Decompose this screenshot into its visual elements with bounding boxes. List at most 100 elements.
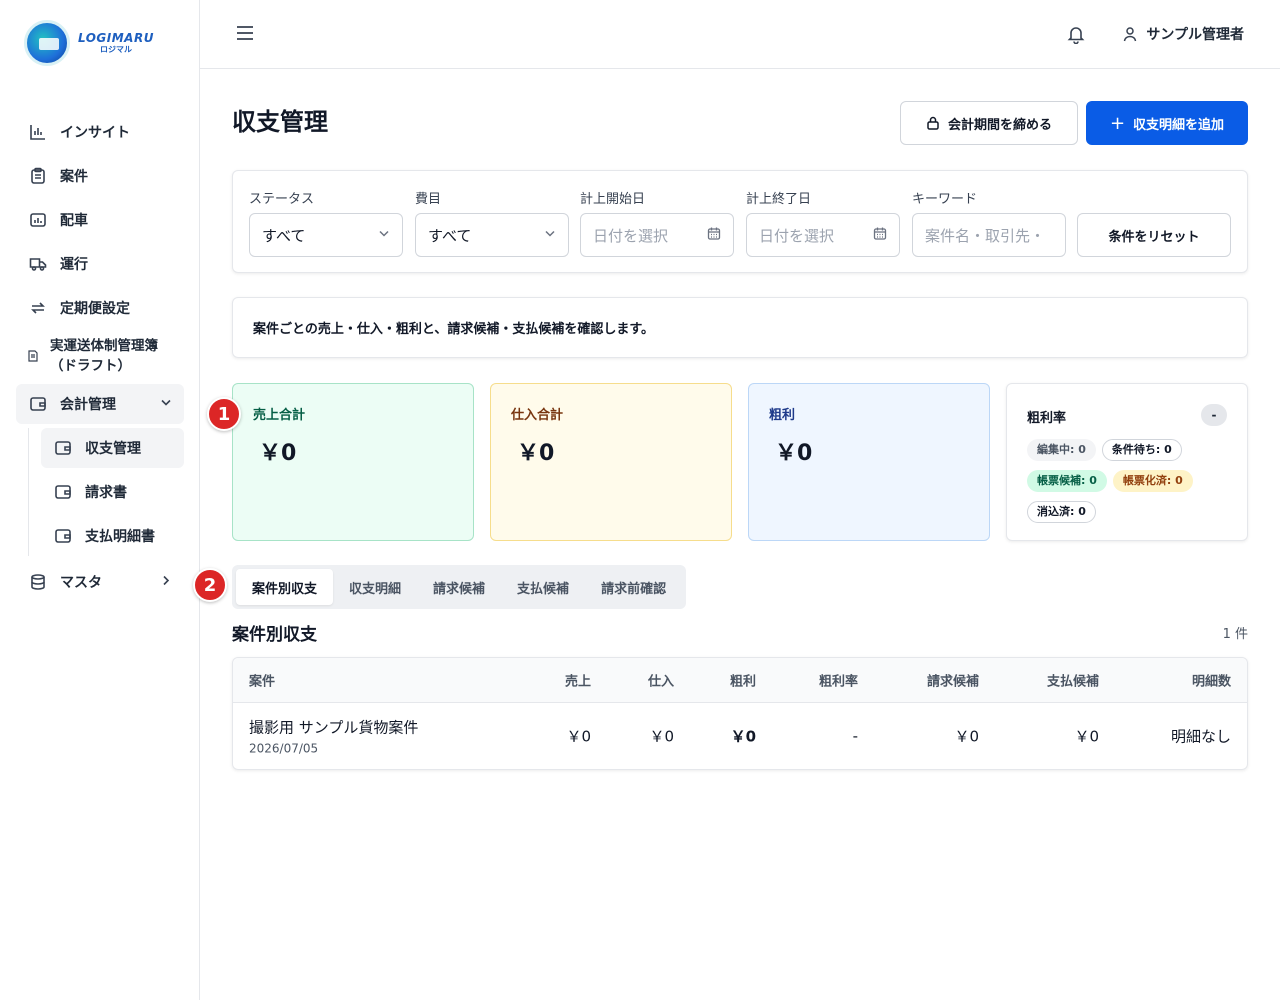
- sidebar-item-master[interactable]: マスタ: [16, 560, 184, 604]
- annotation-marker-1: 1: [207, 397, 241, 431]
- calendar-chart-icon: [28, 210, 48, 230]
- gross-margin-badge: -: [1201, 404, 1227, 426]
- gross-cell: ￥0: [730, 727, 756, 746]
- menu-toggle-button[interactable]: [236, 24, 254, 44]
- column-header: 支払候補: [1046, 674, 1099, 690]
- sidebar-item-invoices[interactable]: 請求書: [41, 472, 184, 512]
- status-chip-doc-issued: 帳票化済: 0: [1112, 470, 1193, 492]
- tab-pre-billing-check[interactable]: 請求前確認: [585, 569, 682, 605]
- tab-billing-candidates[interactable]: 請求候補: [417, 569, 501, 605]
- wallet-icon: [53, 438, 73, 458]
- sidebar-item-label: 収支管理: [85, 441, 141, 457]
- plus-icon: +: [1109, 112, 1126, 134]
- status-chip-doc-candidate: 帳票候補: 0: [1027, 470, 1107, 492]
- status-chips: 編集中: 0 条件待ち: 0 帳票候補: 0 帳票化済: 0 消込済: 0: [1027, 438, 1227, 531]
- wallet-icon: [28, 394, 48, 414]
- status-filter: ステータス すべて: [249, 191, 403, 257]
- cost-select-value: すべて: [428, 226, 472, 245]
- repeat-icon: [28, 298, 48, 318]
- tab-details[interactable]: 収支明細: [333, 569, 417, 605]
- gross-margin-label: 粗利率: [1027, 411, 1067, 426]
- case-summary-table: 案件 売上 仕入 粗利 粗利率 請求候補 支払候補 明細数 撮影用 サンプル貨物…: [232, 657, 1248, 770]
- chevron-down-icon: [378, 228, 390, 243]
- status-select[interactable]: すべて: [249, 213, 403, 257]
- user-menu[interactable]: サンプル管理者: [1122, 24, 1244, 44]
- table-header: 案件 売上 仕入 粗利 粗利率 請求候補 支払候補 明細数: [233, 658, 1247, 703]
- document-icon: [26, 346, 40, 366]
- sidebar-item-dispatch[interactable]: 配車: [16, 198, 184, 242]
- brand-name: LOGIMARU: [78, 31, 154, 45]
- case-name: 撮影用 サンプル貨物案件: [249, 718, 419, 737]
- truck-icon: [28, 254, 48, 274]
- calendar-icon[interactable]: [707, 227, 721, 244]
- status-chip-pending: 条件待ち: 0: [1101, 439, 1182, 461]
- filter-panel: ステータス すべて 費目 すべて 計上開始日 日付を選択 計上終了日 日付を選択…: [232, 170, 1248, 273]
- chevron-down-icon: [160, 397, 172, 412]
- sidebar-item-transport-register[interactable]: 実運送体制管理簿（ドラフト）: [16, 330, 184, 382]
- logo-emblem-icon: [24, 20, 70, 66]
- purchase-total-label: 仕入合計: [511, 408, 564, 423]
- sales-total-value: ￥0: [259, 441, 297, 466]
- detail-count-cell: 明細なし: [1170, 727, 1231, 746]
- keyword-placeholder: 案件名・取引先・: [925, 226, 1046, 245]
- calendar-icon[interactable]: [873, 227, 887, 244]
- column-header: 仕入: [647, 674, 674, 690]
- keyword-input[interactable]: 案件名・取引先・: [912, 213, 1066, 257]
- sidebar-item-payment-statements[interactable]: 支払明細書: [41, 516, 184, 556]
- end-date-input[interactable]: 日付を選択: [746, 213, 900, 257]
- sidebar-item-label: 請求書: [85, 485, 127, 501]
- add-detail-button[interactable]: + 収支明細を追加: [1086, 101, 1248, 145]
- wallet-icon: [53, 526, 73, 546]
- result-count: 1 件: [1222, 627, 1248, 642]
- sidebar-item-accounting[interactable]: 会計管理: [16, 384, 184, 424]
- sidebar-item-operation[interactable]: 運行: [16, 242, 184, 286]
- sidebar-item-insight[interactable]: インサイト: [16, 110, 184, 154]
- top-header: サンプル管理者: [200, 0, 1280, 69]
- notification-bell-icon[interactable]: [1066, 24, 1086, 45]
- start-date-input[interactable]: 日付を選択: [580, 213, 734, 257]
- sidebar-item-label: インサイト: [60, 125, 130, 141]
- billing-candidate-cell: ￥0: [954, 727, 979, 746]
- gross-profit-label: 粗利: [769, 408, 796, 423]
- cost-filter-label: 費目: [415, 192, 442, 207]
- sidebar-item-label: 定期便設定: [60, 301, 130, 317]
- gross-margin-card: 粗利率 - 編集中: 0 条件待ち: 0 帳票候補: 0 帳票化済: 0 消込済: …: [1006, 383, 1248, 541]
- column-header: 明細数: [1191, 674, 1231, 690]
- sales-total-label: 売上合計: [253, 408, 306, 423]
- user-name: サンプル管理者: [1146, 27, 1244, 43]
- wallet-icon: [53, 482, 73, 502]
- purchase-total-value: ￥0: [517, 441, 555, 466]
- payment-candidate-cell: ￥0: [1074, 727, 1099, 746]
- sales-cell: ￥0: [566, 727, 591, 746]
- case-cell: 撮影用 サンプル貨物案件 2026/07/05: [249, 717, 418, 756]
- sidebar-nav: インサイト 案件 配車 運行 定期便設定 実運送体制管理簿（ドラフト） 会計管理…: [16, 110, 184, 604]
- annotation-marker-2: 2: [193, 568, 227, 602]
- sidebar-item-cases[interactable]: 案件: [16, 154, 184, 198]
- column-header: 粗利率: [818, 674, 858, 690]
- sidebar-item-label: マスタ: [60, 575, 102, 591]
- close-period-button[interactable]: 会計期間を締める: [900, 101, 1078, 145]
- sales-total-card: 売上合計 ￥0: [232, 383, 474, 541]
- tab-payment-candidates[interactable]: 支払候補: [501, 569, 585, 605]
- sidebar-item-scheduled[interactable]: 定期便設定: [16, 286, 184, 330]
- start-date-filter: 計上開始日 日付を選択: [580, 191, 734, 257]
- gross-profit-value: ￥0: [775, 441, 813, 466]
- user-icon: [1122, 26, 1138, 42]
- reset-filters-button[interactable]: 条件をリセット: [1077, 213, 1231, 257]
- accounting-subnav: 収支管理 請求書 支払明細書: [28, 428, 184, 556]
- table-row[interactable]: 撮影用 サンプル貨物案件 2026/07/05 ￥0 ￥0 ￥0 - ￥0 ￥0…: [233, 703, 1247, 769]
- cost-select[interactable]: すべて: [415, 213, 569, 257]
- tab-case-summary[interactable]: 案件別収支: [236, 569, 334, 605]
- case-date: 2026/07/05: [249, 741, 319, 756]
- brand-logo[interactable]: LOGIMARU ロジマル: [24, 20, 154, 66]
- column-header: 案件: [249, 674, 276, 690]
- status-select-value: すべて: [262, 226, 306, 245]
- sidebar-item-income-expense[interactable]: 収支管理: [41, 428, 184, 468]
- view-tabs: 案件別収支 収支明細 請求候補 支払候補 請求前確認: [232, 565, 687, 609]
- column-header: 粗利: [729, 674, 756, 690]
- column-header: 請求候補: [926, 674, 979, 690]
- sidebar-item-label: 支払明細書: [85, 529, 155, 545]
- page-title: 収支管理: [232, 108, 328, 136]
- purchase-cell: ￥0: [649, 727, 674, 746]
- status-filter-label: ステータス: [249, 192, 315, 207]
